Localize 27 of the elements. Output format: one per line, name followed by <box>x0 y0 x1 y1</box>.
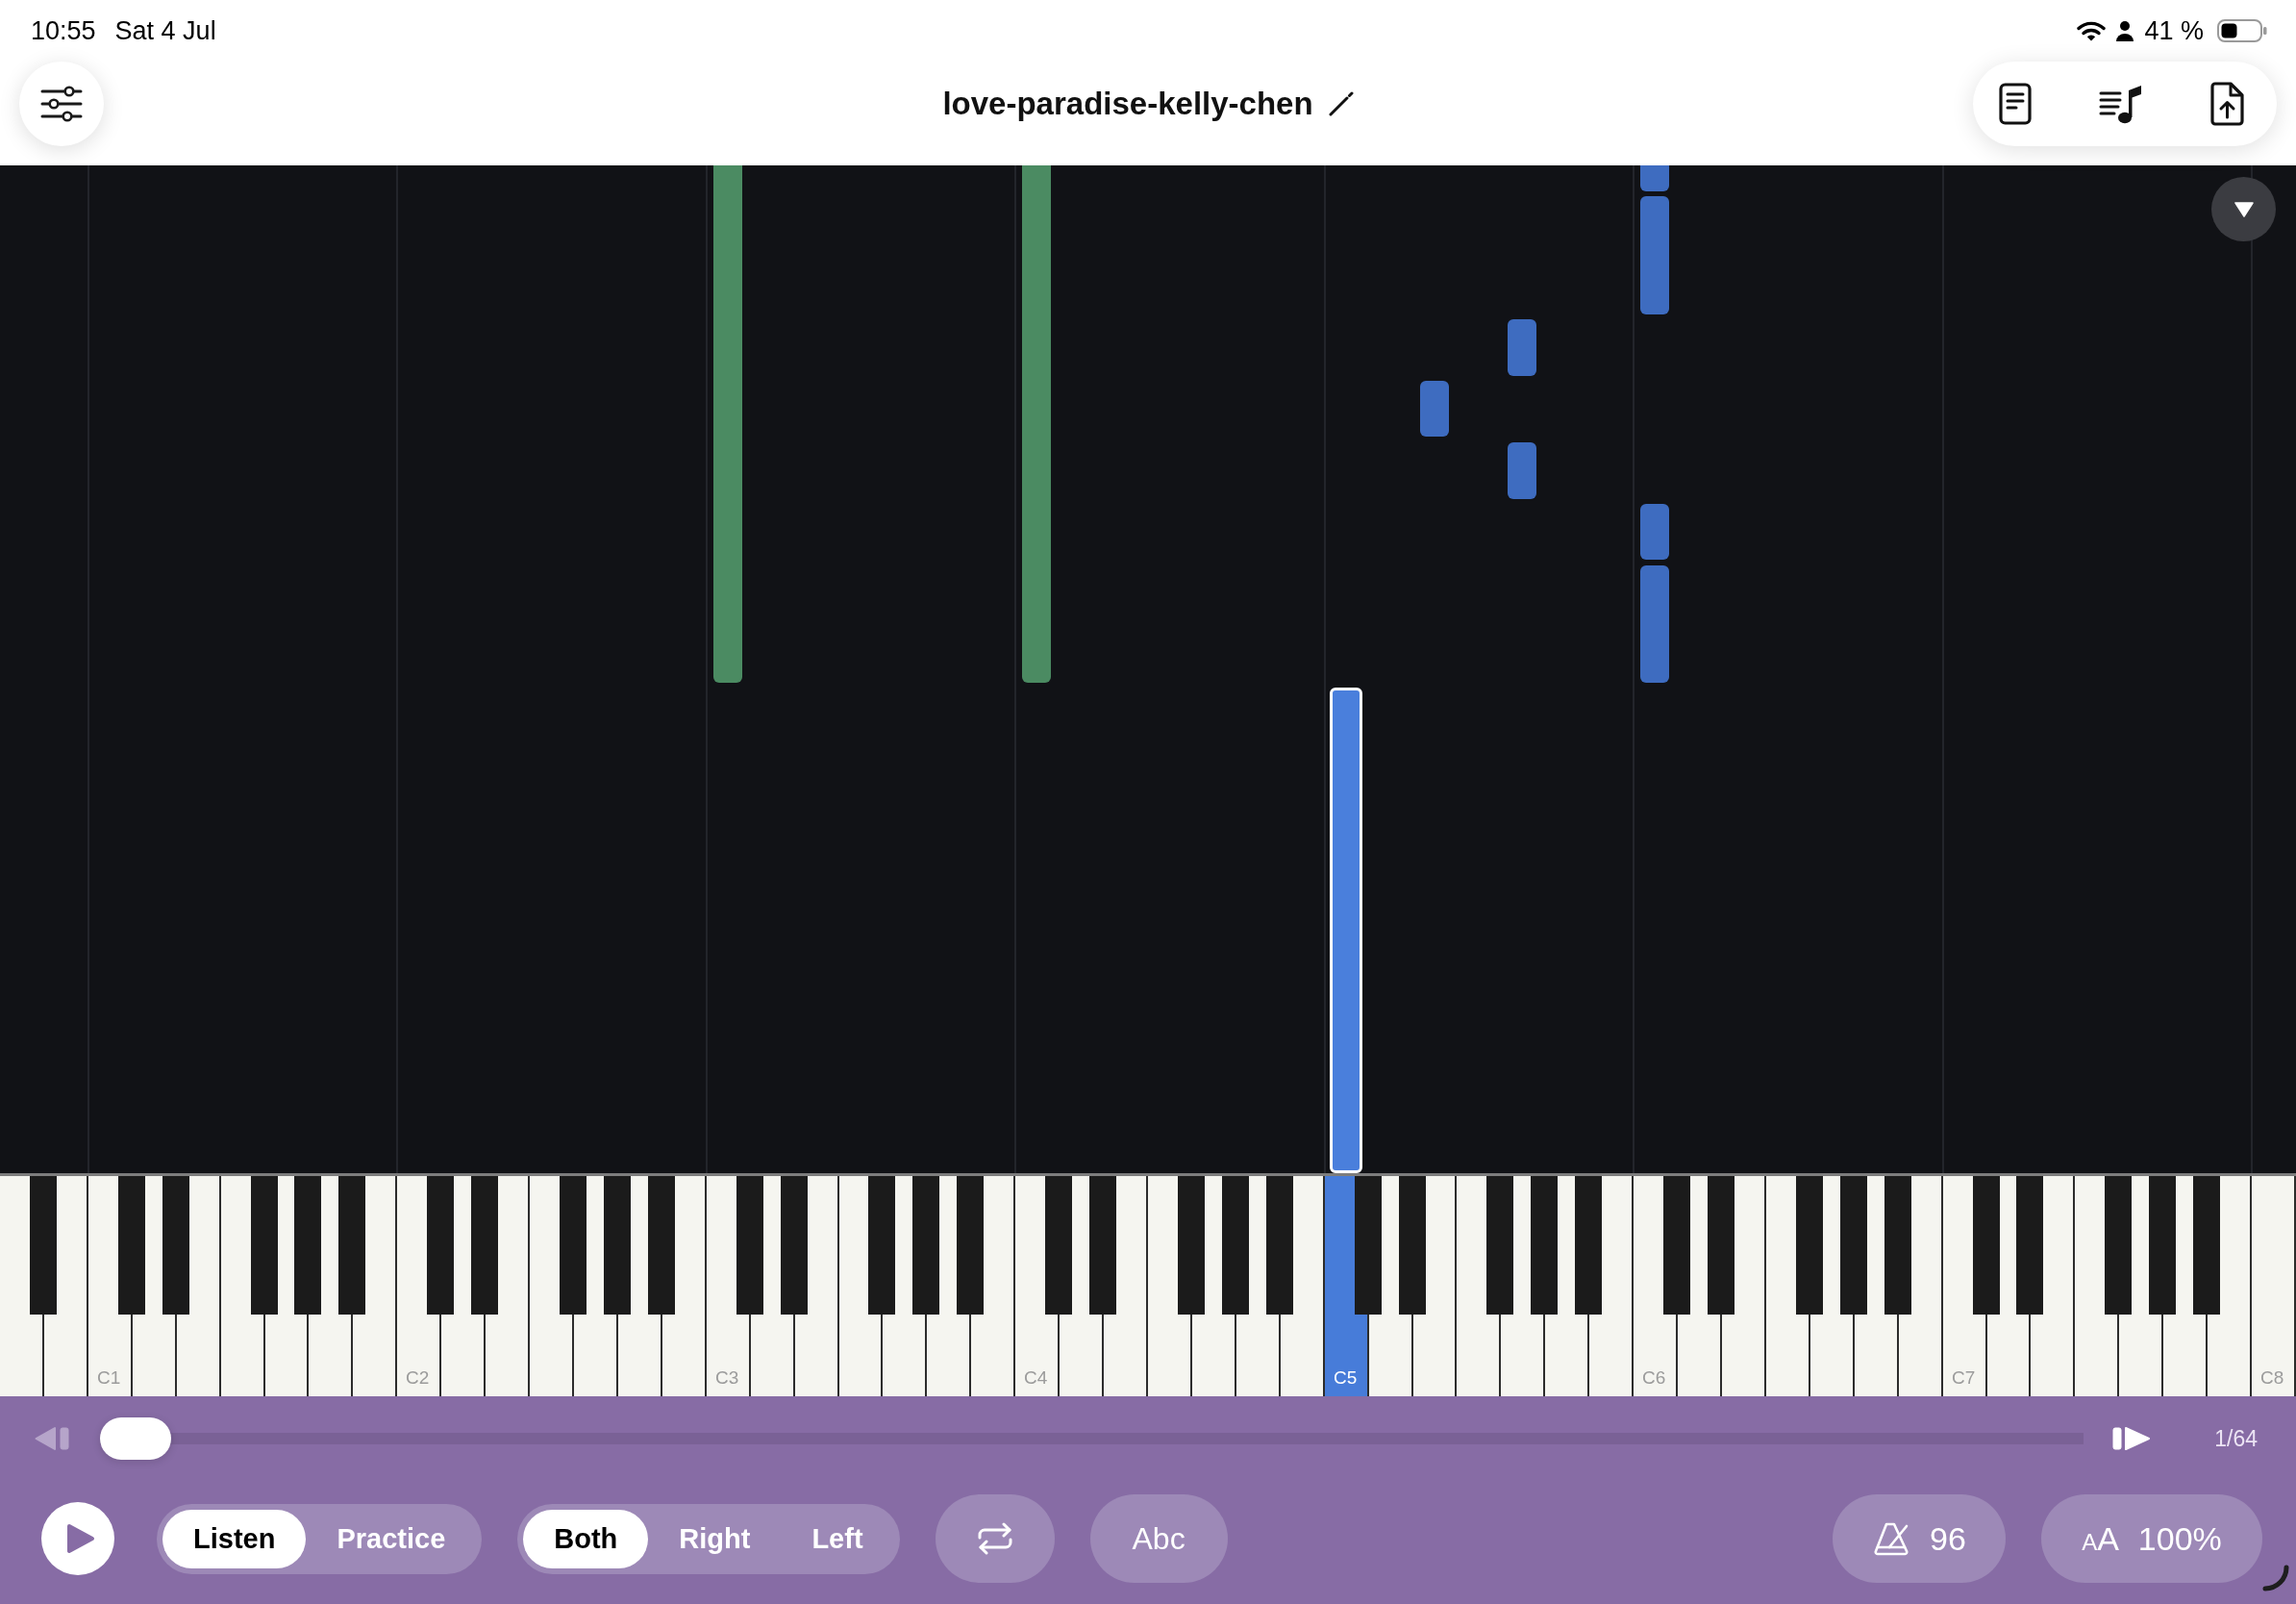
page-counter: 1/64 <box>2214 1425 2258 1452</box>
file-upload-icon <box>2209 82 2244 126</box>
mode-tab[interactable]: Listen <box>162 1509 307 1568</box>
status-time: 10:55 <box>31 15 96 46</box>
mode-tab[interactable]: Practice <box>306 1509 477 1568</box>
skip-forward-icon[interactable] <box>2112 1426 2152 1451</box>
wifi-icon <box>2077 20 2107 41</box>
document-icon <box>1999 83 2032 125</box>
resize-corner-icon <box>2261 1564 2290 1592</box>
hand-tab[interactable]: Right <box>648 1509 782 1568</box>
battery-icon <box>2217 19 2267 42</box>
song-title: love-paradise-kelly-chen <box>942 86 1313 122</box>
settings-icon <box>40 86 83 122</box>
hand-tab[interactable]: Left <box>781 1509 894 1568</box>
zoom-button[interactable]: AA 100% <box>2041 1494 2262 1583</box>
hand-tab[interactable]: Both <box>523 1509 649 1568</box>
pencil-icon[interactable] <box>1328 91 1354 116</box>
note-names-button[interactable]: Abc <box>1089 1494 1228 1583</box>
music-list-icon <box>2099 83 2143 125</box>
person-icon <box>2115 20 2135 41</box>
piano-key[interactable]: C5 <box>1325 1315 1369 1396</box>
battery-percentage: 41 % <box>2144 15 2204 46</box>
status-date: Sat 4 Jul <box>114 15 216 46</box>
caret-down-icon <box>2234 201 2254 217</box>
play-icon <box>66 1523 95 1554</box>
tempo-button[interactable]: 96 <box>1833 1494 2006 1583</box>
slider-thumb[interactable] <box>100 1417 171 1460</box>
